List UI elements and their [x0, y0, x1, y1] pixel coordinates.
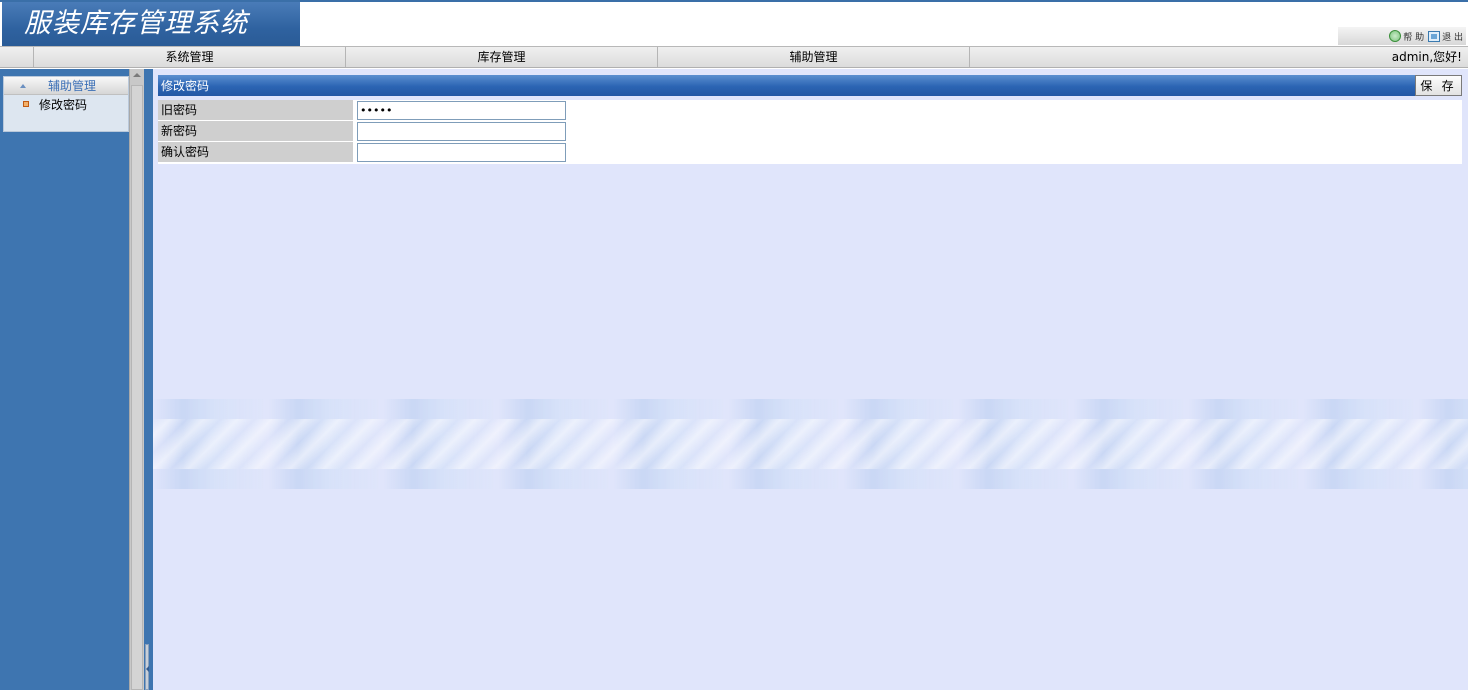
new-password-label: 新密码 — [158, 121, 353, 142]
confirm-password-label: 确认密码 — [158, 142, 353, 163]
help-link[interactable]: 帮 助 — [1389, 30, 1424, 43]
exit-icon — [1428, 30, 1441, 42]
bullet-icon — [23, 101, 29, 107]
sidebar-scrollbar[interactable] — [129, 69, 144, 690]
main-content: 修改密码 保 存 旧密码 新密码 确认密码 — [153, 69, 1468, 690]
app-title: 服装库存管理系统 — [2, 2, 300, 46]
help-label: 帮 助 — [1403, 32, 1425, 43]
header: 服装库存管理系统 帮 助 退 出 — [0, 0, 1468, 46]
form-row-old-password: 旧密码 — [158, 100, 1462, 121]
user-greeting: admin,您好! — [1391, 50, 1462, 64]
form-row-confirm-password: 确认密码 — [158, 142, 1462, 163]
main-menu: 系统管理 库存管理 辅助管理 admin,您好! — [0, 46, 1468, 68]
form-row-new-password: 新密码 — [158, 121, 1462, 142]
panel-title-bar: 修改密码 保 存 — [158, 75, 1462, 96]
sidebar-group-label: 辅助管理 — [48, 79, 97, 93]
exit-link[interactable]: 退 出 — [1428, 30, 1463, 43]
panel-title: 修改密码 — [161, 79, 210, 93]
sidebar-item-change-password[interactable]: 修改密码 — [4, 95, 128, 113]
collapse-icon — [20, 83, 26, 88]
menu-item-system[interactable]: 系统管理 — [34, 47, 346, 67]
change-password-form: 旧密码 新密码 确认密码 — [158, 100, 1462, 164]
confirm-password-field[interactable] — [357, 143, 566, 162]
menu-item-auxiliary[interactable]: 辅助管理 — [658, 47, 970, 67]
scroll-up-icon[interactable] — [133, 73, 141, 77]
sidebar: 辅助管理 修改密码 — [0, 69, 129, 690]
menu-item-inventory[interactable]: 库存管理 — [346, 47, 658, 67]
sidebar-item-label: 修改密码 — [39, 97, 88, 112]
collapse-left-icon — [146, 666, 149, 672]
new-password-field[interactable] — [357, 122, 566, 141]
menu-lead — [0, 47, 34, 67]
old-password-label: 旧密码 — [158, 100, 353, 121]
help-icon — [1389, 30, 1402, 42]
background-watermark — [153, 399, 1468, 489]
sidebar-panel: 辅助管理 修改密码 — [3, 76, 129, 132]
exit-label: 退 出 — [1442, 32, 1463, 43]
save-button[interactable]: 保 存 — [1415, 75, 1462, 96]
sidebar-group-header[interactable]: 辅助管理 — [4, 77, 128, 95]
scrollbar-thumb[interactable] — [131, 85, 143, 690]
old-password-field[interactable] — [357, 101, 566, 120]
top-links: 帮 助 退 出 — [1338, 27, 1466, 45]
panel-splitter[interactable] — [144, 69, 153, 690]
